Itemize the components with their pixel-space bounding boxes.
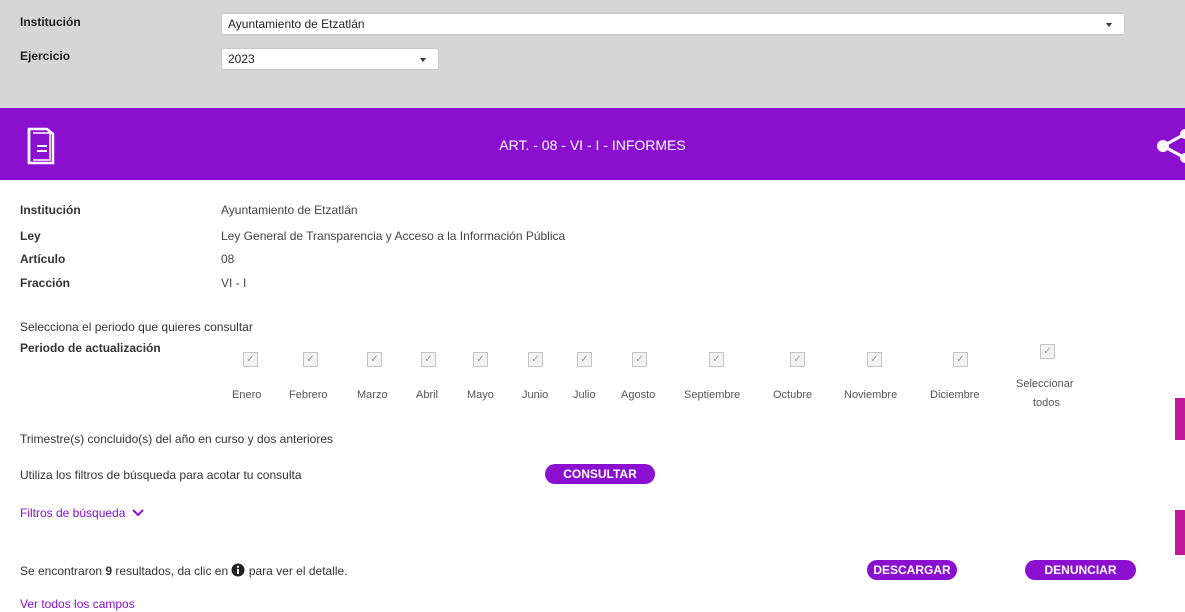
month-label-abril: Abril: [416, 389, 439, 401]
month-label-febrero: Febrero: [289, 389, 328, 401]
info-value-fraccion: VI - I: [221, 276, 247, 290]
checkbox-box: ✓: [632, 352, 647, 367]
info-label-institucion: Institución: [20, 203, 81, 217]
info-value-institucion: Ayuntamiento de Etzatlán: [221, 203, 358, 217]
checkbox-box: ✓: [303, 352, 318, 367]
side-tab-lower[interactable]: [1175, 510, 1185, 555]
checkbox-box: ✓: [528, 352, 543, 367]
filtros-busqueda-toggle[interactable]: Filtros de búsqueda: [20, 506, 144, 520]
page-title: ART. - 08 - VI - I - INFORMES: [499, 137, 686, 153]
chevron-down-icon: [1106, 23, 1112, 27]
checkbox-box: ✓: [790, 352, 805, 367]
filtros-busqueda-label: Filtros de búsqueda: [20, 506, 126, 520]
checkbox-noviembre[interactable]: ✓: [867, 352, 882, 367]
institucion-filter-label: Institución: [20, 15, 81, 29]
institucion-select[interactable]: Ayuntamiento de Etzatlán: [221, 13, 1125, 35]
ejercicio-select[interactable]: 2023: [221, 48, 439, 70]
checkbox-octubre[interactable]: ✓: [790, 352, 805, 367]
info-icon: [231, 563, 245, 577]
checkbox-box: ✓: [867, 352, 882, 367]
consultar-button[interactable]: CONSULTAR: [545, 464, 655, 484]
info-value-ley: Ley General de Transparencia y Acceso a …: [221, 229, 566, 243]
checkbox-enero[interactable]: ✓: [243, 352, 258, 367]
checkbox-febrero[interactable]: ✓: [303, 352, 318, 367]
results-middle: resultados, da clic en: [112, 564, 232, 578]
denunciar-button[interactable]: DENUNCIAR: [1025, 560, 1136, 580]
info-label-ley: Ley: [20, 229, 41, 243]
checkbox-agosto[interactable]: ✓: [632, 352, 647, 367]
month-label-julio: Julio: [573, 389, 596, 401]
checkbox-mayo[interactable]: ✓: [473, 352, 488, 367]
checkbox-abril[interactable]: ✓: [421, 352, 436, 367]
info-label-articulo: Artículo: [20, 252, 66, 266]
checkbox-septiembre[interactable]: ✓: [709, 352, 724, 367]
results-suffix: para ver el detalle.: [245, 564, 348, 578]
periodo-label: Periodo de actualización: [20, 341, 161, 355]
select-all-label-line2: todos: [1033, 397, 1060, 409]
ejercicio-select-value: 2023: [228, 52, 255, 66]
checkbox-diciembre[interactable]: ✓: [953, 352, 968, 367]
trimestre-note: Trimestre(s) concluido(s) del año en cur…: [20, 432, 334, 446]
results-prefix: Se encontraron: [20, 564, 106, 578]
periodo-prompt: Selecciona el periodo que quieres consul…: [20, 320, 253, 334]
select-all-label-line1: Seleccionar: [1016, 378, 1074, 390]
ejercicio-filter-label: Ejercicio: [20, 49, 71, 63]
checkbox-box: ✓: [473, 352, 488, 367]
checkbox-marzo[interactable]: ✓: [367, 352, 382, 367]
month-label-junio: Junio: [522, 389, 549, 401]
ver-todos-campos-link[interactable]: Ver todos los campos: [20, 597, 135, 611]
info-label-fraccion: Fracción: [20, 276, 71, 290]
checkbox-box: ✓: [421, 352, 436, 367]
checkbox-julio[interactable]: ✓: [577, 352, 592, 367]
month-label-noviembre: Noviembre: [844, 389, 898, 401]
month-label-septiembre: Septiembre: [684, 389, 741, 401]
checkbox-junio[interactable]: ✓: [528, 352, 543, 367]
share-icon[interactable]: [1155, 128, 1185, 164]
chevron-down-icon: [420, 58, 426, 62]
month-label-enero: Enero: [232, 389, 262, 401]
checkbox-box: ✓: [709, 352, 724, 367]
side-tab-upper[interactable]: [1175, 398, 1185, 440]
month-label-octubre: Octubre: [773, 389, 813, 401]
checkbox-box: ✓: [577, 352, 592, 367]
month-label-agosto: Agosto: [621, 389, 656, 401]
results-summary: Se encontraron 9 resultados, da clic en …: [20, 563, 348, 578]
month-label-diciembre: Diciembre: [930, 389, 980, 401]
month-label-mayo: Mayo: [467, 389, 494, 401]
descargar-button[interactable]: DESCARGAR: [867, 560, 957, 580]
checkbox-box: ✓: [1040, 344, 1055, 359]
institucion-select-value: Ayuntamiento de Etzatlán: [228, 17, 365, 31]
chevron-down-icon: [132, 509, 144, 517]
checkbox-box: ✓: [953, 352, 968, 367]
checkbox-box: ✓: [367, 352, 382, 367]
month-label-marzo: Marzo: [357, 389, 388, 401]
info-value-articulo: 08: [221, 252, 235, 266]
checkbox-seleccionar-todos[interactable]: ✓: [1040, 344, 1055, 359]
book-icon: [27, 127, 55, 165]
section-banner: ART. - 08 - VI - I - INFORMES: [0, 108, 1185, 180]
checkbox-box: ✓: [243, 352, 258, 367]
filtros-note: Utiliza los filtros de búsqueda para aco…: [20, 468, 302, 482]
